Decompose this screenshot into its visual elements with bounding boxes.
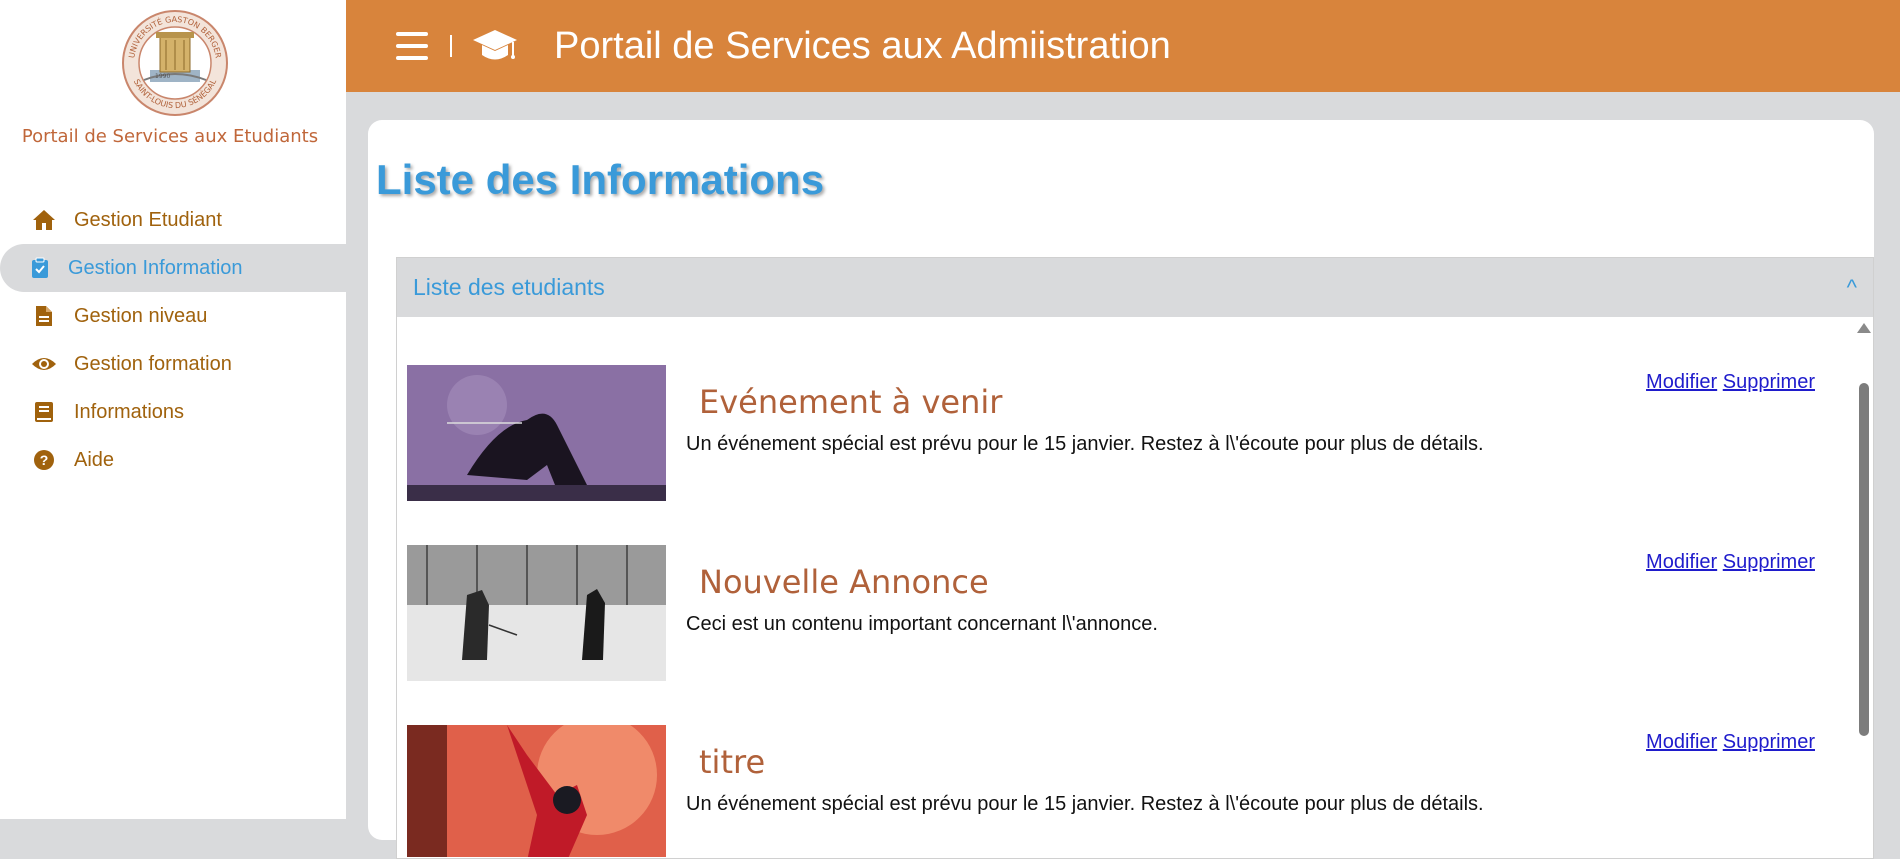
item-title: Nouvelle Annonce xyxy=(699,563,989,601)
help-icon: ? xyxy=(30,446,58,474)
delete-link[interactable]: Supprimer xyxy=(1723,731,1815,753)
main-card: Liste des Informations Liste des etudian… xyxy=(368,120,1874,859)
sidebar-item-label: Aide xyxy=(74,448,115,471)
sidebar-item-label: Gestion Etudiant xyxy=(74,208,222,231)
header-divider xyxy=(450,35,452,57)
item-content: Un événement spécial est prévu pour le 1… xyxy=(686,433,1484,455)
list-item: Evénement à venir Un événement spécial e… xyxy=(407,365,1847,501)
sidebar-item-gestion-information[interactable]: Gestion Information xyxy=(0,244,346,292)
sidebar-item-informations[interactable]: Informations xyxy=(0,388,346,436)
panel-title: Liste des etudiants xyxy=(413,274,605,300)
item-actions: Modifier Supprimer xyxy=(1646,371,1815,394)
panel-header[interactable]: Liste des etudiants ^ xyxy=(397,258,1873,317)
sidebar-item-label: Gestion formation xyxy=(74,352,232,375)
graduation-cap-icon xyxy=(473,30,517,60)
vertical-scrollbar[interactable] xyxy=(1857,323,1871,857)
sidebar-item-gestion-formation[interactable]: Gestion formation xyxy=(0,340,346,388)
delete-link[interactable]: Supprimer xyxy=(1723,371,1815,393)
sidebar-item-label: Gestion Information xyxy=(68,256,243,279)
collapse-toggle-icon[interactable]: ^ xyxy=(1847,275,1857,301)
edit-link[interactable]: Modifier xyxy=(1646,731,1717,753)
sidebar-item-label: Informations xyxy=(74,400,185,423)
sidebar-item-gestion-niveau[interactable]: Gestion niveau xyxy=(0,292,346,340)
page-title: Liste des Informations xyxy=(376,156,825,203)
scrollbar-thumb[interactable] xyxy=(1859,383,1869,736)
item-thumbnail xyxy=(407,545,666,681)
eye-icon xyxy=(30,350,58,378)
book-icon xyxy=(30,398,58,426)
document-icon xyxy=(30,302,58,330)
top-header: Portail de Services aux Admiistration xyxy=(346,0,1900,92)
edit-link[interactable]: Modifier xyxy=(1646,551,1717,573)
clipboard-icon xyxy=(26,254,54,282)
item-content: Ceci est un contenu important concernant… xyxy=(686,613,1158,635)
item-content: Un événement spécial est prévu pour le 1… xyxy=(686,793,1484,815)
header-title: Portail de Services aux Admiistration xyxy=(554,24,1171,67)
item-actions: Modifier Supprimer xyxy=(1646,731,1815,754)
sidebar-item-gestion-etudiant[interactable]: Gestion Etudiant xyxy=(0,196,346,244)
item-actions: Modifier Supprimer xyxy=(1646,551,1815,574)
info-panel: Liste des etudiants ^ Evénement à venir … xyxy=(396,257,1874,859)
sidebar-item-label: Gestion niveau xyxy=(74,304,208,327)
hamburger-icon[interactable] xyxy=(396,32,428,60)
logo-year: 1990 xyxy=(155,73,170,80)
university-logo: UNIVERSITÉ GASTON BERGER SAINT-LOUIS DU … xyxy=(122,10,228,116)
list-item: titre Un événement spécial est prévu pou… xyxy=(407,725,1847,857)
sidebar: UNIVERSITÉ GASTON BERGER SAINT-LOUIS DU … xyxy=(0,0,346,819)
sidebar-item-aide[interactable]: ? Aide xyxy=(0,436,346,484)
sidebar-title: Portail de Services aux Etudiants xyxy=(21,126,319,147)
item-thumbnail xyxy=(407,725,666,857)
svg-text:?: ? xyxy=(40,452,49,468)
item-title: Evénement à venir xyxy=(699,383,1003,421)
edit-link[interactable]: Modifier xyxy=(1646,371,1717,393)
sidebar-nav: Gestion Etudiant Gestion Information Ges… xyxy=(0,196,346,484)
delete-link[interactable]: Supprimer xyxy=(1723,551,1815,573)
item-thumbnail xyxy=(407,365,666,501)
info-list: Evénement à venir Un événement spécial e… xyxy=(397,317,1873,857)
home-icon xyxy=(30,206,58,234)
scroll-up-arrow-icon[interactable] xyxy=(1857,323,1871,333)
list-item: Nouvelle Annonce Ceci est un contenu imp… xyxy=(407,545,1847,681)
item-title: titre xyxy=(699,743,766,781)
